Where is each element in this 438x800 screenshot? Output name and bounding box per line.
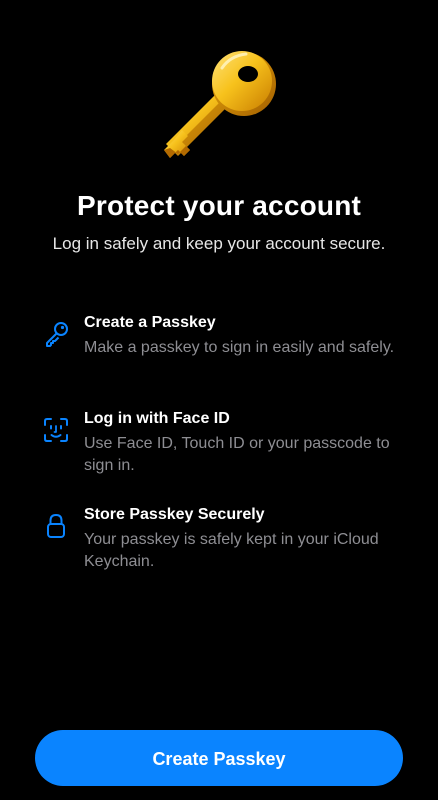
lock-icon [47,513,65,538]
create-passkey-button[interactable]: Create Passkey [35,730,403,786]
feature-face-id: Log in with Face ID Use Face ID, Touch I… [40,408,400,504]
page-subtitle: Log in safely and keep your account secu… [52,234,386,253]
hero: Protect your account Log in safely and k… [0,0,438,253]
feature-list: Create a Passkey Make a passkey to sign … [40,312,400,600]
page-title: Protect your account [76,190,362,221]
feature-title: Create a Passkey [84,314,216,331]
feature-description: Use Face ID, Touch ID or your passcode t… [84,435,390,474]
key-outline-icon [46,322,68,347]
feature-description: Your passkey is safely kept in your iClo… [84,531,379,570]
feature-create-passkey: Create a Passkey Make a passkey to sign … [40,312,400,408]
face-id-icon [44,418,68,442]
feature-description: Make a passkey to sign in easily and saf… [84,339,395,356]
feature-title: Store Passkey Securely [84,506,265,523]
golden-key-icon [164,51,276,158]
feature-title: Log in with Face ID [84,410,230,427]
feature-store-passkey: Store Passkey Securely Your passkey is s… [40,504,400,600]
